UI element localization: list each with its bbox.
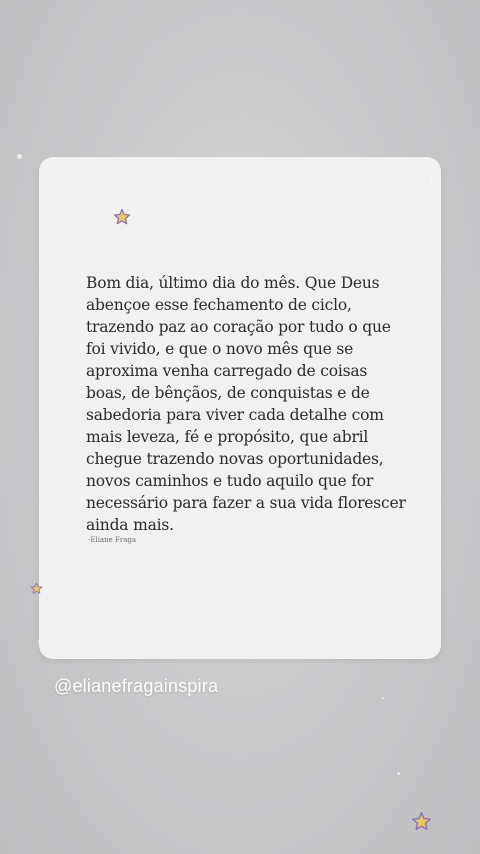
sparkle-dot: [397, 772, 400, 775]
sparkle-dot: [382, 697, 384, 699]
star-icon: [411, 811, 432, 832]
profile-handle-link[interactable]: @elianefragainspira: [54, 676, 218, 697]
star-icon: [30, 582, 43, 595]
sparkle-dot: [17, 154, 22, 159]
sparkle-dot: [430, 180, 433, 183]
quote-author: -Eliane Fraga: [88, 536, 137, 544]
star-icon: [113, 208, 131, 226]
sparkle-dot: [38, 640, 41, 643]
quote-text: Bom dia, último dia do mês. Que Deus abe…: [86, 274, 406, 534]
